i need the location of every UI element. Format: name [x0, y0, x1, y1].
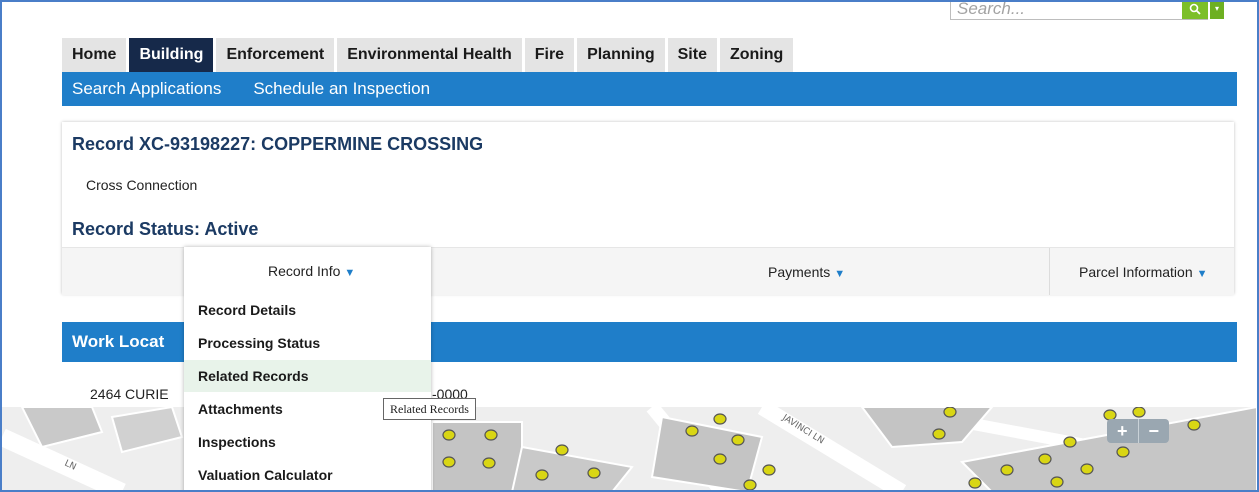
menu-item-inspections[interactable]: Inspections [184, 426, 431, 458]
work-location-title: Work Locat [72, 332, 165, 351]
caret-down-icon: ▼ [344, 267, 356, 279]
caret-down-icon: ▼ [1196, 268, 1208, 280]
record-title: Record XC-93198227: COPPERMINE CROSSING [72, 134, 484, 154]
parcel-information-dropdown[interactable]: Parcel Information ▼ [1079, 264, 1208, 280]
map-zoom-control: + − [1107, 419, 1169, 443]
module-tabs: Home Building Enforcement Environmental … [62, 38, 796, 72]
search-applications-link[interactable]: Search Applications [72, 79, 221, 99]
tab-building[interactable]: Building [129, 38, 214, 72]
menu-item-valuation-calculator[interactable]: Valuation Calculator [184, 459, 431, 490]
tab-site[interactable]: Site [667, 38, 717, 72]
record-info-menu: Record Info ▼ Record Details Processing S… [184, 247, 431, 490]
tab-home[interactable]: Home [62, 38, 127, 72]
search-button[interactable] [1182, 2, 1208, 19]
sub-navigation: Search Applications Schedule an Inspecti… [62, 72, 1237, 106]
work-location-address: 2464 CURIE [90, 386, 169, 402]
record-info-dropdown[interactable]: Record Info ▼ [184, 247, 431, 295]
payments-label: Payments [768, 264, 831, 280]
tooltip: Related Records [383, 398, 476, 420]
parcel-information-label: Parcel Information [1079, 264, 1193, 280]
search-options-button[interactable]: ▾ [1210, 2, 1224, 19]
app-frame: ▾ Home Building Enforcement Environmenta… [0, 0, 1259, 492]
divider [1049, 248, 1050, 295]
record-info-toggle[interactable]: Record Info ▼ [268, 263, 355, 279]
zoom-out-button[interactable]: − [1139, 419, 1170, 443]
menu-item-processing-status[interactable]: Processing Status [184, 327, 431, 359]
tab-environmental-health[interactable]: Environmental Health [337, 38, 522, 72]
zoom-in-button[interactable]: + [1107, 419, 1139, 443]
caret-down-icon: ▼ [834, 268, 846, 280]
tab-zoning[interactable]: Zoning [719, 38, 794, 72]
payments-dropdown[interactable]: Payments ▼ [768, 264, 845, 280]
tab-fire[interactable]: Fire [524, 38, 575, 72]
record-status: Record Status: Active [72, 219, 259, 239]
tab-enforcement[interactable]: Enforcement [216, 38, 335, 72]
search-icon [1189, 3, 1201, 15]
search-input[interactable] [950, 2, 1208, 20]
menu-item-record-details[interactable]: Record Details [184, 294, 431, 326]
record-type: Cross Connection [86, 177, 198, 193]
tab-planning[interactable]: Planning [577, 38, 665, 72]
menu-item-related-records[interactable]: Related Records [184, 360, 431, 392]
search-bar: ▾ [950, 2, 1230, 24]
chevron-down-icon: ▾ [1214, 4, 1219, 13]
schedule-inspection-link[interactable]: Schedule an Inspection [253, 79, 430, 99]
record-info-label: Record Info [268, 263, 341, 279]
